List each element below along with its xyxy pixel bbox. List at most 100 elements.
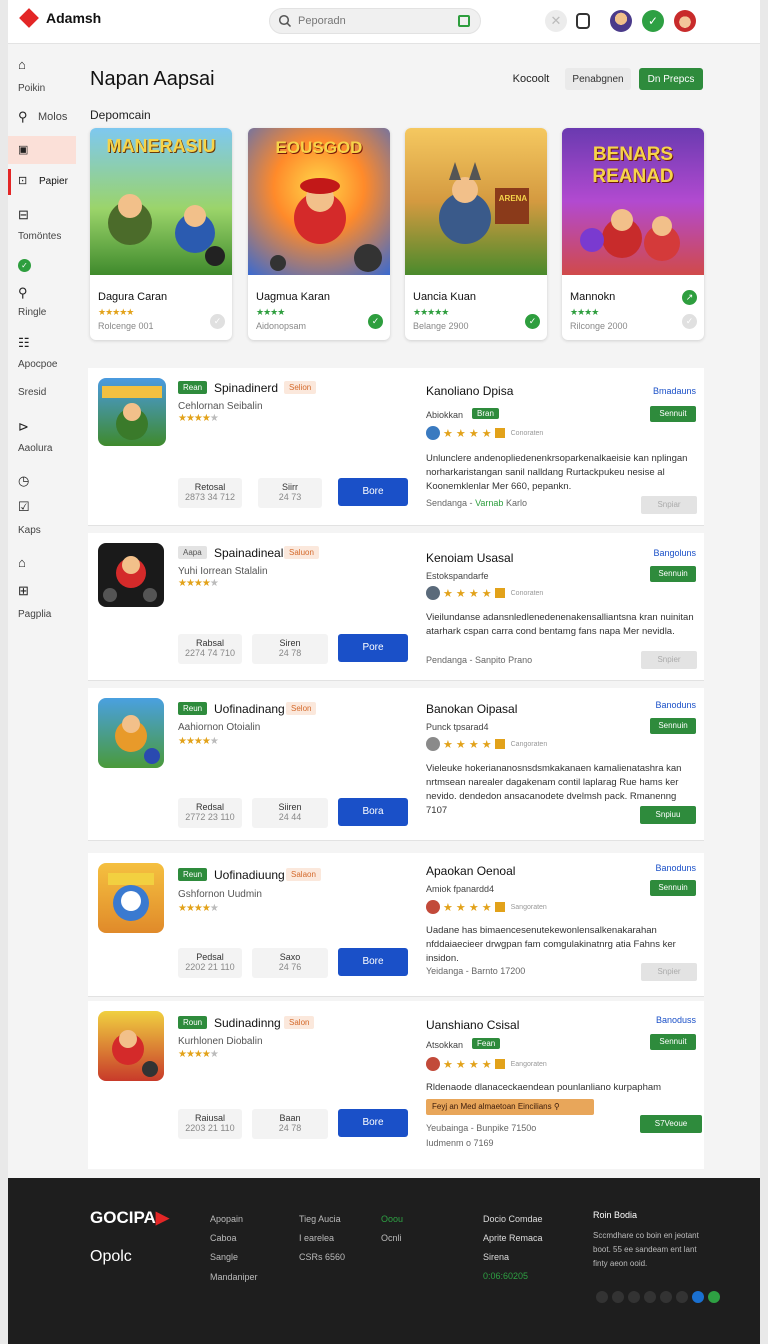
sidebar-item-ringle[interactable]: ⚲ Ringle [8,285,76,321]
footer-link[interactable]: Sangle [210,1248,243,1267]
social-icon[interactable] [708,1291,720,1303]
social-icon[interactable] [660,1291,672,1303]
sidebar-item-check[interactable]: ✓ [8,259,76,275]
list-item[interactable]: Aapa Spainadineal Saluon Yuhi Iorrean St… [88,533,704,681]
footer-link[interactable]: I earelea [299,1229,345,1248]
disabled-button[interactable]: Snpiar [641,496,697,514]
stat-box: Raiusal 2203 21 110 [178,1109,242,1139]
sidebar-item-kaps[interactable]: ☑ Kaps [8,499,76,536]
primary-button[interactable]: Bore [338,948,408,976]
sidebar-item-active[interactable]: ▣ [8,136,76,164]
sidebar-item-poikin[interactable]: ⌂ Poikin [8,57,76,97]
primary-button[interactable]: Bore [338,1109,408,1137]
list-item[interactable]: Rean Spinadinerd Selion Cehlornan Seibal… [88,368,704,526]
social-icon[interactable] [628,1291,640,1303]
sidebar-item-papier[interactable]: ⊡ Papier [8,169,76,195]
sidebar-item-label: Ringle [18,307,47,318]
row-link[interactable]: Banoduns [655,863,696,873]
green-action-button[interactable]: Snpiuu [640,806,696,824]
sidebar-item-aaolura[interactable]: ⊳ Aaolura [8,419,76,457]
art-title: ARENA [498,194,528,203]
check-icon[interactable]: ✓ [682,314,697,329]
section-label: Depomcain [90,108,151,122]
kocoolt-button[interactable]: Kocoolt [506,68,556,90]
disabled-button[interactable]: Snpier [641,963,697,981]
status-icon[interactable]: ✓ [642,10,664,32]
penabgnen-button[interactable]: Penabgnen [565,68,631,90]
sidebar-item-apocpoe[interactable]: ☷ Apocpoe [8,335,76,373]
stat-label: Retosal [194,482,226,492]
submit-button[interactable]: Sennuin [650,880,696,896]
mini-label: Sangoraten [510,903,547,911]
notification-icon[interactable] [576,13,590,29]
close-icon[interactable]: ✕ [545,10,567,32]
sidebar-item-home[interactable]: ⌂ [8,555,76,571]
primary-button[interactable]: Bora [338,798,408,826]
check-icon[interactable]: ✓ [525,314,540,329]
row-link[interactable]: Bangoluns [653,548,696,558]
rating-stars: ★★★★★ [178,413,219,424]
sidebar-item-tomontes[interactable]: ⊟ Tomöntes [8,207,76,247]
row-link[interactable]: Banoduns [655,700,696,710]
submit-button[interactable]: Sennuit [650,1034,696,1050]
footer-link[interactable]: Apopain [210,1210,243,1229]
green-action-button[interactable]: S7Veoue [640,1115,702,1133]
trend-icon[interactable]: ↗ [682,290,697,305]
promo-banner[interactable]: Feyj an Med almaetoan Eincilians ⚲ [426,1099,594,1115]
submit-button[interactable]: Sennuin [650,566,696,582]
avatar [426,900,440,914]
game-thumbnail [98,863,164,933]
featured-card[interactable]: EOUSGOD Uagmua Karan ★★★★ Aidonopsam ✓ [248,128,390,340]
social-icon[interactable] [612,1291,624,1303]
social-icon[interactable] [676,1291,688,1303]
featured-card[interactable]: BENARS REANAD Mannokn ★★★★ Rilconge 2000… [562,128,704,340]
footer-link[interactable]: Docio Comdae [483,1210,543,1229]
primary-button[interactable]: Bore [338,478,408,506]
primary-button[interactable]: Pore [338,634,408,662]
footer-link[interactable]: Ocnli [381,1229,403,1248]
featured-card[interactable]: MANERASIU Dagura Caran ★★★★★ Rolcenge 00… [90,128,232,340]
disabled-button[interactable]: Snpier [641,651,697,669]
sidebar-item-clock[interactable]: ◷ [8,473,76,489]
footer-link[interactable]: Aprite Remaca [483,1229,543,1248]
game-subtitle: Rilconge 2000 [570,321,628,331]
social-icon[interactable] [596,1291,608,1303]
list-item[interactable]: Reun Uofinadinang Selon Aahiornon Otoial… [88,688,704,841]
meta-highlight: Varnab [475,498,504,508]
search-icon: ⚲ [18,285,28,300]
footer-link[interactable]: CSRs 6560 [299,1248,345,1267]
dn-prepcs-button[interactable]: Dn Prepcs [639,68,703,90]
sidebar-item-molos[interactable]: ⚲ Molos [8,109,76,129]
row-link[interactable]: Bmadauns [653,386,696,396]
check-icon[interactable]: ✓ [210,314,225,329]
sidebar-item-sresid[interactable]: Sresid [8,387,76,403]
sidebar-item-pagplia[interactable]: ⊞ Pagplia [8,583,76,621]
submit-button[interactable]: Sennuit [650,406,696,422]
footer-link[interactable]: 0:06:60205 [483,1267,543,1286]
social-icon[interactable] [692,1291,704,1303]
sidebar-item-label: Sresid [18,387,47,398]
profile-avatar[interactable] [674,10,696,32]
review-rating: ★ ★ ★ ★ Sangoraten [426,900,547,914]
stat-label: Siren [279,638,301,648]
footer-link[interactable]: Mandaniper [210,1272,258,1282]
brand-logo[interactable]: Adamsh [19,8,101,28]
footer-link[interactable]: Ooou [381,1210,403,1229]
footer-link[interactable]: Caboa [210,1229,243,1248]
tag-badge: Fean [472,1038,501,1049]
avatar[interactable] [610,10,632,32]
row-link[interactable]: Banoduss [656,1015,696,1025]
search-bar[interactable]: Peporadn [269,8,481,34]
status-badge: Selion [284,381,317,394]
stat-label: Rabsal [195,638,224,648]
featured-card[interactable]: ARENA Uancia Kuan ★★★★★ Belange 2900 ✓ [405,128,547,340]
footer-link[interactable]: Tieg Aucia [299,1210,345,1229]
check-icon[interactable]: ✓ [368,314,383,329]
submit-button[interactable]: Sennuin [650,718,696,734]
footer-link[interactable]: Sirena [483,1248,543,1267]
image-search-icon[interactable] [458,15,470,27]
list-item[interactable]: Reun Uofinadiuung Salaon Gshfornon Uudmi… [88,853,704,997]
list-item[interactable]: Roun Sudinadinng Salon Kurhlonen Diobali… [88,1001,704,1169]
social-icon[interactable] [644,1291,656,1303]
stat-box: Baan 24 78 [252,1109,328,1139]
